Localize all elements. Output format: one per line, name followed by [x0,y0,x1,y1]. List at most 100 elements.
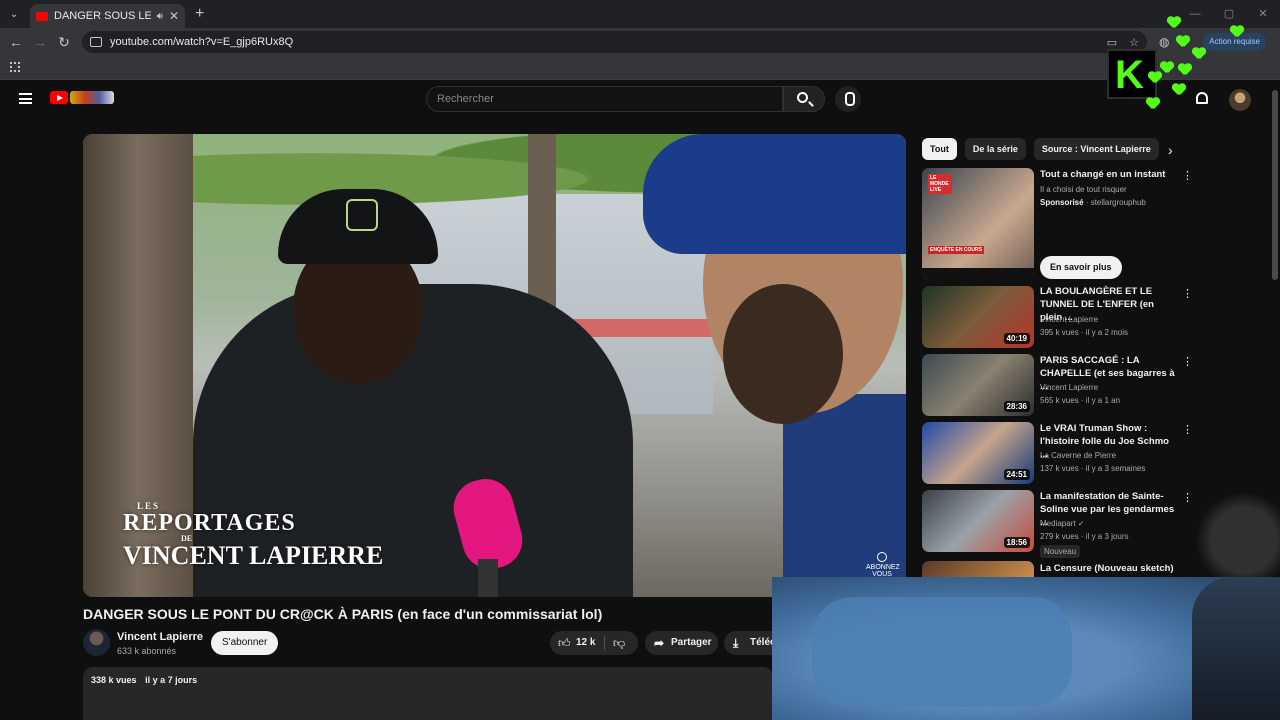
subscriber-count: 633 k abonnés [117,646,177,656]
youtube-doodle-logo[interactable] [70,91,114,104]
browser-toolbar: ← → ↻ youtube.com/watch?v=E_gjp6RUx8Q ▭ … [0,28,1280,56]
ad-player-controls [922,268,1034,278]
apps-grid-icon[interactable] [10,62,20,72]
more-actions-icon[interactable]: ⋮ [1182,355,1193,368]
close-window-icon[interactable]: ✕ [1246,0,1280,28]
more-actions-icon[interactable]: ⋮ [1182,423,1193,436]
youtube-favicon-icon [36,11,48,21]
audio-playing-icon[interactable]: 🔊︎ [157,11,163,22]
chip-all[interactable]: Tout [922,138,957,160]
window-controls: — ▢ ✕ [1178,0,1280,28]
show-logo-overlay: LES REPORTAGES DE VINCENT LAPIERRE [123,502,383,569]
voice-search-icon[interactable] [835,86,861,112]
bell-watermark-icon [877,551,887,562]
cap-logo-icon [346,199,378,231]
heart-icon [1160,62,1174,74]
recommended-meta: 137 k vues · il y a 3 semaines [1040,464,1146,473]
like-dislike-group: 👍︎ 12 k 👎︎ [550,631,638,655]
search-icon [797,92,808,103]
heart-icon [1167,17,1181,29]
video-thumbnail[interactable]: 24:51 [922,422,1034,484]
share-button[interactable]: ➦ Partager [645,631,718,655]
like-icon[interactable]: 👍︎ [558,636,571,651]
chip-source[interactable]: Source : Vincent Lapierre [1033,138,1159,160]
heart-icon [1148,72,1162,84]
maximize-icon[interactable]: ▢ [1212,0,1246,28]
microphone-icon [447,472,529,597]
chevron-right-icon[interactable]: › [1168,142,1173,158]
view-count: 338 k vues [91,675,137,685]
menu-icon[interactable] [19,93,32,104]
account-avatar[interactable] [1229,89,1251,111]
search-button[interactable] [783,86,825,112]
recommended-channel[interactable]: Mediapart ✓ [1040,519,1085,528]
video-thumbnail[interactable]: 28:36 [922,354,1034,416]
search-input[interactable]: Rechercher [426,86,783,112]
recommended-title[interactable]: La Censure (Nouveau sketch) [1040,562,1176,575]
download-icon: ⤓ [733,636,739,650]
ad-subtitle: Il a choisi de tout risquer [1040,185,1127,194]
kick-k-icon: K [1115,53,1144,97]
address-bar[interactable]: youtube.com/watch?v=E_gjp6RUx8Q ▭ ☆ [82,31,1147,53]
page-scrollbar[interactable] [1272,90,1278,280]
channel-avatar[interactable] [83,629,110,656]
dislike-icon[interactable]: 👎︎ [613,636,625,651]
heart-icon [1176,36,1190,48]
reload-icon[interactable]: ↻ [52,34,76,51]
reporter-beard [723,284,843,424]
ad-more-icon[interactable]: ⋮ [1182,169,1193,182]
ad-title[interactable]: Tout a changé en un instant [1040,168,1176,181]
ad-thumb-caption: ENQUÊTE EN COURS [928,246,984,254]
close-tab-icon[interactable]: ✕ [169,9,179,23]
subscribe-watermark[interactable]: ABONNEZ VOUS [866,551,900,579]
like-count[interactable]: 12 k [576,637,595,648]
subscribe-button[interactable]: S'abonner [211,631,279,655]
video-thumbnail[interactable]: 18:56 [922,490,1034,552]
recommended-channel[interactable]: La Caverne de Pierre [1040,451,1116,460]
logo-line1: REPORTAGES [123,510,296,536]
recommended-channel[interactable]: Vincent Lapierre [1040,315,1098,324]
learn-more-button[interactable]: En savoir plus [1040,256,1122,279]
extension-icon[interactable]: ◍ [1159,35,1169,49]
forward-icon[interactable]: → [28,34,52,50]
video-title: DANGER SOUS LE PONT DU CR@CK À PARIS (en… [83,606,603,622]
cast-icon[interactable]: ▭ [1107,36,1117,49]
bookmark-star-icon[interactable]: ☆ [1129,36,1139,49]
video-thumbnail[interactable]: 40:19 [922,286,1034,348]
filter-chips: Tout De la série Source : Vincent Lapier… [922,138,1167,160]
video-player[interactable]: LES REPORTAGES DE VINCENT LAPIERRE ABONN… [83,134,906,597]
youtube-masthead: Rechercher [0,80,1280,118]
upload-date: il y a 7 jours [145,675,198,685]
ad-thumbnail[interactable]: LE MONDE LIVE ENQUÊTE EN COURS [922,168,1034,278]
tab-title: DANGER SOUS LE PONT DU CR@CK À PARIS [54,10,151,22]
share-label: Partager [671,637,712,648]
more-actions-icon[interactable]: ⋮ [1182,287,1193,300]
tab-search-icon[interactable]: ⌄ [0,0,28,28]
ad-advertiser: stellargrouphub [1090,198,1146,207]
chip-series[interactable]: De la série [964,138,1026,160]
heart-icon [1178,64,1192,76]
recommended-channel[interactable]: Vincent Lapierre [1040,383,1098,392]
channel-name[interactable]: Vincent Lapierre [117,631,203,643]
recommended-meta: 395 k vues · il y a 2 mois [1040,328,1129,337]
description-box[interactable]: 338 k vues il y a 7 jours [83,667,773,720]
new-tab-icon[interactable]: + [195,5,204,23]
reporter-cap [643,134,906,254]
recommended-meta: 565 k vues · il y a 1 an [1040,396,1121,405]
youtube-logo-icon[interactable] [50,91,68,104]
webcam-overlay [772,577,1280,720]
heart-icon [1172,84,1186,96]
logo-line2: VINCENT LAPIERRE [123,541,384,570]
minimize-icon[interactable]: — [1178,0,1212,28]
webcam-sofa [812,597,1072,707]
back-icon[interactable]: ← [4,34,28,50]
recommended-meta: 279 k vues · il y a 3 jours [1040,532,1129,541]
webcam-person [1192,577,1280,720]
notifications-bell-icon[interactable] [1196,92,1208,104]
url-text: youtube.com/watch?v=E_gjp6RUx8Q [110,36,294,48]
video-thumbnail[interactable] [922,561,1034,577]
site-info-icon[interactable] [90,37,102,47]
duration-badge: 18:56 [1003,537,1030,548]
browser-tab[interactable]: DANGER SOUS LE PONT DU CR@CK À PARIS 🔊︎ … [30,4,185,28]
duration-badge: 40:19 [1003,333,1030,344]
